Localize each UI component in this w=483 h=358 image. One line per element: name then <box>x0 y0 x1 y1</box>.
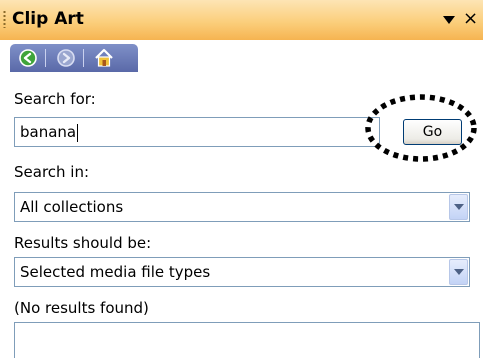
clip-art-task-pane: Clip Art × Search for: banana Go Search … <box>0 0 483 358</box>
navigation-toolbar <box>10 44 138 72</box>
search-for-label: Search for: <box>14 90 96 108</box>
grip-handle-icon[interactable] <box>3 10 6 28</box>
text-caret <box>77 123 79 142</box>
dropdown-triangle-icon <box>443 16 455 24</box>
chevron-down-icon <box>454 269 464 275</box>
results-area[interactable] <box>14 322 480 358</box>
forward-icon <box>57 49 75 67</box>
search-input-value: banana <box>20 123 77 141</box>
search-input[interactable]: banana <box>14 117 380 147</box>
search-in-selected-value: All collections <box>20 198 124 216</box>
results-type-dropdown[interactable]: Selected media file types <box>14 257 470 287</box>
chevron-down-icon <box>454 204 464 210</box>
results-type-dropdown-button[interactable] <box>449 259 468 285</box>
search-in-dropdown-button[interactable] <box>449 194 468 220</box>
highlight-circle-annotation <box>365 94 477 162</box>
forward-button[interactable] <box>54 47 78 69</box>
no-results-status: (No results found) <box>14 299 149 317</box>
back-button[interactable] <box>16 47 40 69</box>
toolbar-separator <box>45 49 46 67</box>
search-in-label: Search in: <box>14 163 90 181</box>
task-pane-menu-button[interactable] <box>441 10 457 28</box>
back-icon <box>19 49 37 67</box>
home-icon <box>95 48 113 67</box>
task-pane-title: Clip Art <box>12 9 84 29</box>
toolbar-separator <box>83 49 84 67</box>
task-pane-title-bar: Clip Art × <box>0 0 483 40</box>
search-in-dropdown[interactable]: All collections <box>14 192 470 222</box>
results-should-be-label: Results should be: <box>14 234 152 252</box>
results-type-selected-value: Selected media file types <box>20 263 211 281</box>
close-button[interactable]: × <box>463 8 483 30</box>
home-button[interactable] <box>92 47 116 69</box>
